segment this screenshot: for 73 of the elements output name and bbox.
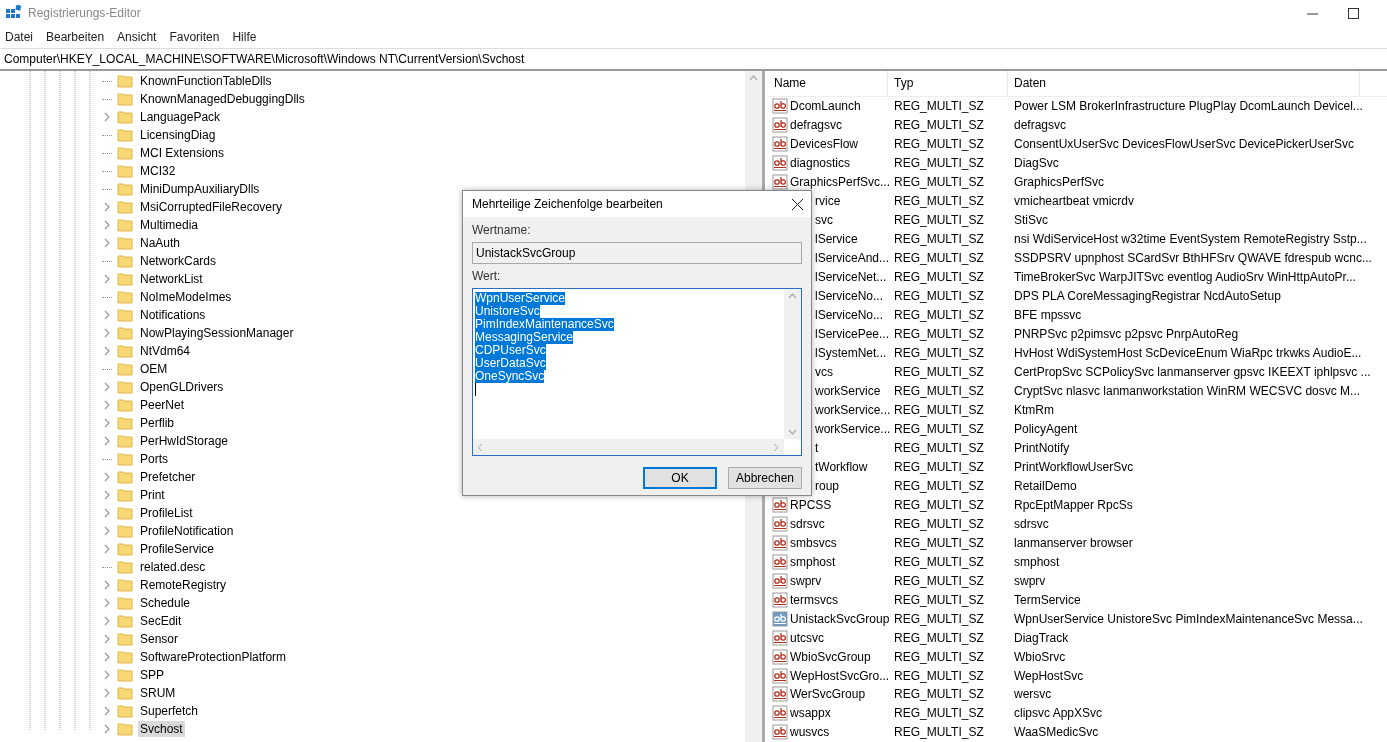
- value-data: KtmRm: [1013, 402, 1054, 417]
- value-data: nsi WdiServiceHost w32time EventSystem RemoteRegistry Sstp...: [1013, 232, 1367, 247]
- value-type: REG_MULTI_SZ: [893, 630, 985, 645]
- value-data: PNRPSvc p2pimsvc p2psvc PnrpAutoReg: [1013, 327, 1239, 342]
- value-type: REG_MULTI_SZ: [893, 725, 985, 740]
- value-data: vmicheartbeat vmicrdv: [1013, 194, 1135, 209]
- value-data: SSDPSRV upnphost SCardSvr BthHFSrv QWAVE fdrespub wcnc...: [1013, 251, 1372, 266]
- value-data: TimeBrokerSvc WarpJITSvc eventlog AudioSrv WinHttpAutoPr...: [1013, 270, 1356, 285]
- value-data: RpcEptMapper RpcSs: [1013, 497, 1133, 512]
- value-type: REG_MULTI_SZ: [893, 554, 985, 569]
- value-data: GraphicsPerfSvc: [1013, 175, 1105, 190]
- value-type: REG_MULTI_SZ: [893, 289, 985, 304]
- value-type: REG_MULTI_SZ: [893, 649, 985, 664]
- value-type: REG_MULTI_SZ: [893, 99, 985, 114]
- value-data: PrintWorkflowUserSvc: [1013, 459, 1134, 474]
- window-title: Registrierungs-Editor: [28, 6, 141, 20]
- value-data: smphost: [1013, 554, 1060, 569]
- value-type: REG_MULTI_SZ: [893, 251, 985, 266]
- value-type: REG_MULTI_SZ: [893, 516, 985, 531]
- value-type: REG_MULTI_SZ: [893, 440, 985, 455]
- value-data: wersvc: [1013, 687, 1052, 702]
- value-data: WbioSrvc: [1013, 649, 1066, 664]
- value-data: CertPropSvc SCPolicySvc lanmanserver gpsvc IKEEXT iphlpsvc ...: [1013, 365, 1371, 379]
- value-type: REG_MULTI_SZ: [893, 213, 985, 228]
- value-type: REG_MULTI_SZ: [893, 270, 985, 285]
- value-type: REG_MULTI_SZ: [893, 232, 985, 247]
- value-data: Power LSM BrokerInfrastructure PlugPlay DcomLaunch Devicel...: [1013, 99, 1363, 114]
- value-type: REG_MULTI_SZ: [893, 573, 985, 588]
- value-data: WpnUserService UnistoreSvc PimIndexMaintenanceSvc Messa...: [1013, 611, 1363, 626]
- value-data: DPS PLA CoreMessagingRegistrar NcdAutoSetup: [1013, 289, 1281, 304]
- field-label: Wertname:: [472, 223, 532, 237]
- value-type: REG_MULTI_SZ: [893, 118, 985, 133]
- value-data: WepHostSvc: [1013, 668, 1084, 683]
- value-data: HvHost WdiSystemHost ScDeviceEnum WiaRpc trkwks AudioE...: [1013, 346, 1362, 361]
- value-type: REG_MULTI_SZ: [893, 156, 985, 171]
- value-name-field: UnistackSvcGroup: [472, 242, 802, 264]
- value-type: REG_MULTI_SZ: [893, 137, 985, 152]
- value-type: REG_MULTI_SZ: [893, 668, 985, 683]
- field-label: Wert:: [472, 269, 502, 283]
- value-data: RetailDemo: [1013, 478, 1077, 493]
- value-data: PolicyAgent: [1013, 421, 1078, 436]
- value-data: PrintNotify: [1013, 440, 1070, 455]
- value-data: CryptSvc nlasvc lanmanworkstation WinRM WECSVC dosvc M...: [1013, 384, 1361, 398]
- value-type: REG_MULTI_SZ: [893, 421, 985, 436]
- value-data: sdrsvc: [1013, 516, 1049, 531]
- value-data: DiagSvc: [1013, 156, 1059, 171]
- value-type: REG_MULTI_SZ: [893, 175, 985, 190]
- value-type: REG_MULTI_SZ: [893, 592, 985, 607]
- value-data: DiagTrack: [1013, 630, 1069, 645]
- value-type: REG_MULTI_SZ: [893, 687, 985, 702]
- value-data: defragsvc: [1013, 118, 1067, 133]
- value-data: WaaSMedicSvc: [1013, 725, 1099, 740]
- value-type: REG_MULTI_SZ: [893, 384, 985, 398]
- value-data: StiSvc: [1013, 213, 1048, 228]
- value-type: REG_MULTI_SZ: [893, 194, 985, 209]
- value-type: REG_MULTI_SZ: [893, 478, 985, 493]
- value-data: swprv: [1013, 573, 1046, 588]
- value-data: clipsvc AppXSvc: [1013, 706, 1103, 721]
- value-data: TermService: [1013, 592, 1081, 607]
- value-data: ConsentUxUserSvc DevicesFlowUserSvc DevicePickerUserSvc: [1013, 137, 1355, 152]
- value-type: REG_MULTI_SZ: [893, 327, 985, 342]
- value-type: REG_MULTI_SZ: [893, 308, 985, 323]
- value-data: BFE mpssvc: [1013, 308, 1082, 323]
- value-type: REG_MULTI_SZ: [893, 706, 985, 721]
- value-type: REG_MULTI_SZ: [893, 365, 985, 379]
- value-type: REG_MULTI_SZ: [893, 459, 985, 474]
- value-data: lanmanserver browser: [1013, 535, 1133, 550]
- dialog-title: Mehrteilige Zeichenfolge bearbeiten: [472, 197, 663, 211]
- value-type: REG_MULTI_SZ: [893, 611, 985, 626]
- value-type: REG_MULTI_SZ: [893, 535, 985, 550]
- value-type: REG_MULTI_SZ: [893, 497, 985, 512]
- value-type: REG_MULTI_SZ: [893, 402, 985, 417]
- value-type: REG_MULTI_SZ: [893, 346, 985, 361]
